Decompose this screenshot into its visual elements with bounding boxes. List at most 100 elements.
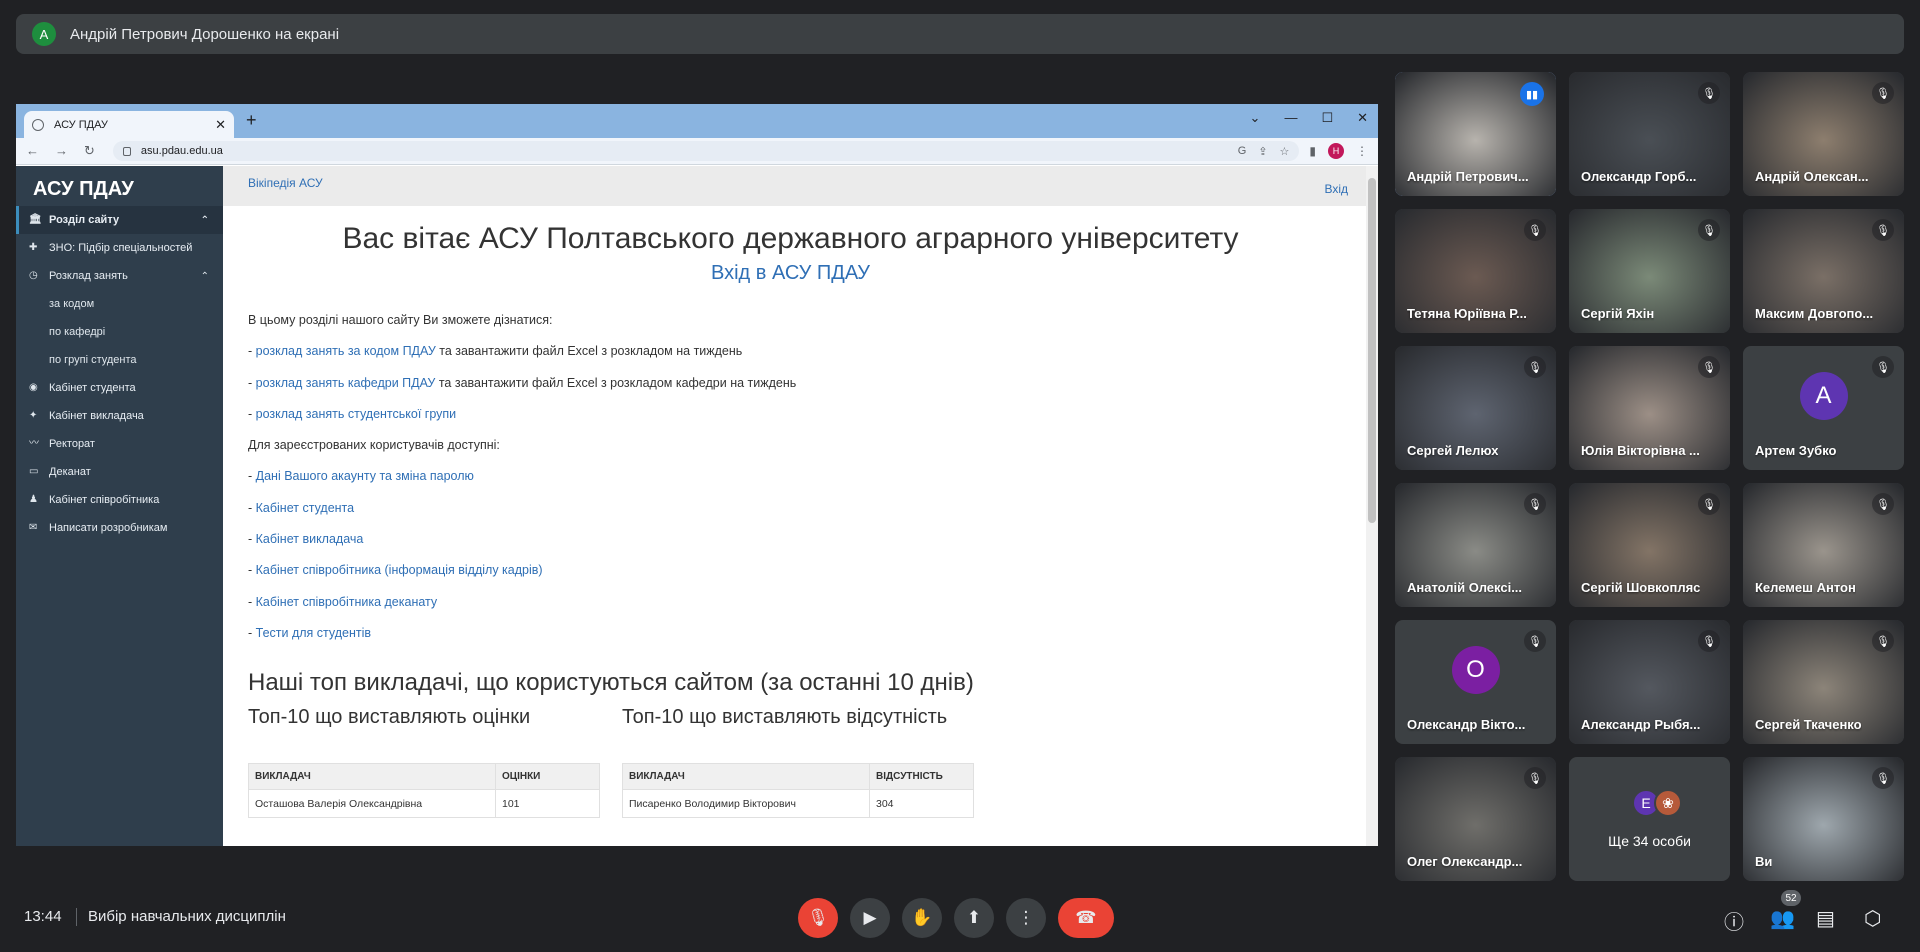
student-cabinet-link[interactable]: Кабінет студента [256, 501, 354, 515]
mic-muted-icon: 🎙 [1524, 630, 1546, 652]
participant-tile[interactable]: A 🎙 Артем Зубко [1743, 346, 1904, 470]
chevron-up-icon[interactable]: ⌃ [201, 271, 209, 282]
participant-tile[interactable]: 🎙 Андрій Олексан... [1743, 72, 1904, 196]
staff-cabinet-link[interactable]: Кабінет співробітника (інформація відділ… [256, 563, 543, 577]
url-text: asu.pdau.edu.ua [140, 145, 223, 157]
circle-icon: ◉ [29, 382, 38, 393]
more-participants: Ще 34 особи [1608, 833, 1691, 849]
site-logo[interactable]: АСУ ПДАУ [16, 166, 223, 206]
schedule-code-link[interactable]: розклад занять за кодом ПДАУ [256, 344, 436, 358]
participant-tile[interactable]: 🎙 Олександр Горб... [1569, 72, 1730, 196]
participant-tile[interactable]: 🎙 Тетяна Юріївна Р... [1395, 209, 1556, 333]
schedule-dept-link[interactable]: розклад занять кафедри ПДАУ [256, 376, 436, 390]
mic-off-icon[interactable]: 🎙 [798, 898, 838, 938]
participant-tile[interactable]: 🎙 Сергей Ткаченко [1743, 620, 1904, 744]
login-heading-link[interactable]: Вхід в АСУ ПДАУ [223, 262, 1378, 285]
sidebar-item-label: Розклад занять [49, 270, 128, 282]
new-tab-icon[interactable]: + [246, 110, 257, 131]
close-window-icon[interactable]: ✕ [1357, 110, 1368, 126]
sidebar-item[interactable]: ◷ Розклад занять ⌃ [16, 262, 223, 290]
end-call-icon[interactable]: ☎ [1058, 898, 1114, 938]
participant-tile[interactable]: 🎙 Сергій Шовкопляс [1569, 483, 1730, 607]
sidebar-item-label: Кабінет викладача [49, 410, 144, 422]
participant-name: Олександр Горб... [1581, 169, 1697, 184]
mic-muted-icon: 🎙 [1524, 219, 1546, 241]
registered-text: Для зареєстрованих користувачів доступні… [248, 438, 500, 453]
participant-tile[interactable]: E ❀ Ще 34 особи [1569, 757, 1730, 881]
participant-tile[interactable]: 🎙 Олег Олександр... [1395, 757, 1556, 881]
raise-hand-icon[interactable]: ✋ [902, 898, 942, 938]
sidebar-item-label: Деканат [49, 466, 91, 478]
schedule-group-link[interactable]: розклад занять студентської групи [256, 407, 457, 421]
maximize-icon[interactable]: ☐ [1321, 110, 1333, 126]
presenter-banner: A Андрій Петрович Дорошенко на екрані [16, 14, 1904, 54]
top-absence: Топ-10 що виставляють відсутність ВИКЛАД… [622, 705, 974, 819]
sidebar-item[interactable]: ✉ Написати розробникам [16, 514, 223, 542]
sidepanel-icon[interactable]: ▮ [1309, 144, 1316, 158]
sidebar-item-label: Ректорат [49, 438, 95, 450]
top-strip: Вікіпедія АСУ Вхід [223, 166, 1378, 206]
sidebar-subitem[interactable]: по кафедрі [16, 318, 223, 346]
sidebar-item-label: Кабінет студента [49, 382, 136, 394]
chevron-down-icon[interactable]: ⌄ [1250, 110, 1261, 126]
teacher-cabinet-link[interactable]: Кабінет викладача [256, 532, 364, 546]
mic-muted-icon: 🎙 [1872, 219, 1894, 241]
camera-icon[interactable]: ▶ [850, 898, 890, 938]
tests-link[interactable]: Тести для студентів [256, 626, 371, 640]
participant-tile[interactable]: ▮▮ Андрій Петрович... [1395, 72, 1556, 196]
sidebar-subitem[interactable]: по групі студента [16, 346, 223, 374]
mic-muted-icon: 🎙 [1872, 630, 1894, 652]
people-icon[interactable]: 👥 [1770, 906, 1795, 931]
clock-icon: ◷ [29, 270, 38, 281]
back-icon[interactable]: ← [26, 143, 39, 159]
globe-icon [32, 118, 44, 131]
participant-tile[interactable]: 🎙 Юлія Вікторівна ... [1569, 346, 1730, 470]
login-link[interactable]: Вхід [1324, 182, 1348, 196]
browser-tab[interactable]: АСУ ПДАУ ✕ [24, 111, 234, 138]
chat-icon[interactable]: ▤ [1816, 906, 1835, 931]
info-icon[interactable]: ⓘ [1724, 906, 1744, 935]
participant-tile[interactable]: 🎙 Анатолій Олексі... [1395, 483, 1556, 607]
mic-muted-icon: 🎙 [1872, 767, 1894, 789]
top-grades-title: Топ-10 що виставляють оцінки [248, 706, 531, 729]
menu-dots-icon[interactable]: ⋮ [1356, 144, 1368, 158]
participant-tile[interactable]: 🎙 Сергій Яхін [1569, 209, 1730, 333]
sidebar-item[interactable]: 〰 Ректорат [16, 430, 223, 458]
sidebar-item[interactable]: 🏛 Розділ сайту ⌃ [16, 206, 223, 234]
profile-avatar[interactable]: H [1328, 143, 1344, 159]
minimize-icon[interactable]: — [1284, 110, 1297, 126]
participant-tile[interactable]: 🎙 Александр Рыбя... [1569, 620, 1730, 744]
star-icon[interactable]: ☆ [1280, 145, 1290, 158]
reload-icon[interactable]: ↻ [84, 143, 95, 159]
activities-icon[interactable]: ⬡ [1864, 906, 1881, 931]
chevron-up-icon[interactable]: ⌃ [201, 215, 209, 226]
sidebar-subitem[interactable]: за кодом [16, 290, 223, 318]
url-input[interactable]: asu.pdau.edu.ua G ⇪ ☆ [112, 141, 1300, 161]
participant-tile[interactable]: O 🎙 Олександр Вікто... [1395, 620, 1556, 744]
folder-icon: ▭ [29, 466, 39, 477]
top-absence-title: Топ-10 що виставляють відсутність [622, 706, 948, 729]
sidebar-item[interactable]: ▭ Деканат [16, 458, 223, 486]
browser-tabbar: АСУ ПДАУ ✕ + ⌄ — ☐ ✕ [16, 104, 1378, 138]
participant-tile[interactable]: 🎙 Сергей Лелюх [1395, 346, 1556, 470]
more-options-icon[interactable]: ⋮ [1006, 898, 1046, 938]
close-icon[interactable]: ✕ [215, 117, 226, 133]
dean-staff-link[interactable]: Кабінет співробітника деканату [256, 595, 438, 609]
participant-tile[interactable]: 🎙 Максим Довгопо... [1743, 209, 1904, 333]
top-heading: Наші топ викладачі, що користуються сайт… [248, 669, 974, 697]
sidebar-item[interactable]: ✚ ЗНО: Підбір спеціальностей [16, 234, 223, 262]
sidebar-item[interactable]: ♟ Кабінет співробітника [16, 486, 223, 514]
account-link[interactable]: Дані Вашого акаунту та зміна паролю [256, 469, 474, 483]
participant-tile[interactable]: 🎙 Келемеш Антон [1743, 483, 1904, 607]
google-icon[interactable]: G [1238, 145, 1247, 158]
wiki-link[interactable]: Вікіпедія АСУ [248, 176, 323, 190]
present-icon[interactable]: ⬆ [954, 898, 994, 938]
scrollbar[interactable] [1366, 166, 1378, 846]
top-grades: Топ-10 що виставляють оцінки ВИКЛАДАЧ ОЦІ… [248, 705, 600, 819]
sidebar-item[interactable]: ◉ Кабінет студента [16, 374, 223, 402]
sidebar-item[interactable]: ✦ Кабінет викладача [16, 402, 223, 430]
forward-icon[interactable]: → [55, 143, 68, 159]
share-icon[interactable]: ⇪ [1258, 145, 1267, 158]
mic-muted-icon: 🎙 [1872, 356, 1894, 378]
participant-tile[interactable]: 🎙 Ви [1743, 757, 1904, 881]
